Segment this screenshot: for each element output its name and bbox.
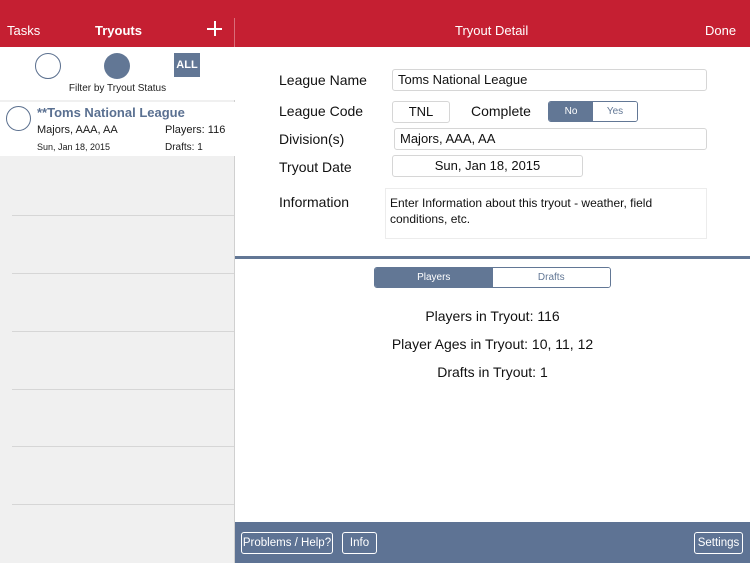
league-name-field[interactable]: Toms National League (392, 69, 707, 91)
divisions-field[interactable]: Majors, AAA, AA (394, 128, 707, 150)
tryout-drafts: Drafts: 1 (165, 142, 203, 153)
row-separator (12, 504, 234, 505)
tryout-date-field[interactable]: Sun, Jan 18, 2015 (392, 155, 583, 177)
tasks-button[interactable]: Tasks (7, 23, 40, 38)
player-ages-stat: Player Ages in Tryout: 10, 11, 12 (391, 336, 594, 352)
settings-button[interactable]: Settings (694, 532, 743, 554)
row-separator (12, 331, 234, 332)
complete-yes-option[interactable]: Yes (593, 102, 637, 121)
complete-toggle: No Yes (548, 101, 638, 122)
tryout-date-label: Tryout Date (279, 159, 352, 175)
league-code-label: League Code (279, 103, 364, 119)
status-filter: ALL Filter by Tryout Status (0, 47, 235, 100)
tab-players[interactable]: Players (375, 268, 493, 287)
row-separator (12, 446, 234, 447)
tryouts-title: Tryouts (95, 23, 142, 38)
divisions-label: Division(s) (279, 131, 345, 147)
drafts-count-stat: Drafts in Tryout: 1 (437, 364, 548, 380)
row-separator (12, 273, 234, 274)
tryout-players: Players: 116 (165, 124, 226, 136)
plus-icon[interactable] (206, 20, 224, 38)
tryout-divisions: Majors, AAA, AA (37, 124, 118, 136)
league-name-label: League Name (279, 72, 367, 88)
tryout-summary: Players Drafts Players in Tryout: 116 Pl… (235, 259, 750, 522)
header-divider (234, 18, 235, 47)
info-button[interactable]: Info (342, 532, 377, 554)
status-circle-icon[interactable] (6, 106, 31, 131)
top-navigation-bar: Tasks Tryouts Tryout Detail Done (0, 0, 750, 47)
done-button[interactable]: Done (705, 23, 736, 38)
filter-caption: Filter by Tryout Status (68, 83, 167, 94)
tryout-date: Sun, Jan 18, 2015 (37, 142, 111, 152)
information-label: Information (279, 194, 350, 210)
problems-help-button[interactable]: Problems / Help? (241, 532, 333, 554)
complete-label: Complete (471, 103, 531, 119)
filter-all-button[interactable]: ALL (174, 53, 200, 77)
tryout-detail-title: Tryout Detail (455, 23, 529, 38)
information-textarea[interactable]: Enter Information about this tryout - we… (385, 188, 707, 239)
complete-no-option[interactable]: No (549, 102, 593, 121)
players-count-stat: Players in Tryout: 116 (425, 308, 560, 324)
tryouts-sidebar: ALL Filter by Tryout Status **Toms Natio… (0, 47, 235, 563)
summary-tabs: Players Drafts (374, 267, 611, 288)
tryout-name: **Toms National League (37, 105, 185, 120)
bottom-toolbar: Problems / Help? Info Settings (235, 522, 750, 563)
row-separator (12, 389, 234, 390)
tryout-list-item[interactable]: **Toms National League Majors, AAA, AA P… (0, 102, 235, 156)
row-separator (12, 215, 234, 216)
filter-incomplete-icon[interactable] (35, 53, 61, 79)
league-code-field[interactable]: TNL (392, 101, 450, 123)
tryout-detail-form: League Name Toms National League League … (235, 47, 750, 258)
filter-complete-icon[interactable] (104, 53, 130, 79)
tab-drafts[interactable]: Drafts (492, 268, 610, 287)
